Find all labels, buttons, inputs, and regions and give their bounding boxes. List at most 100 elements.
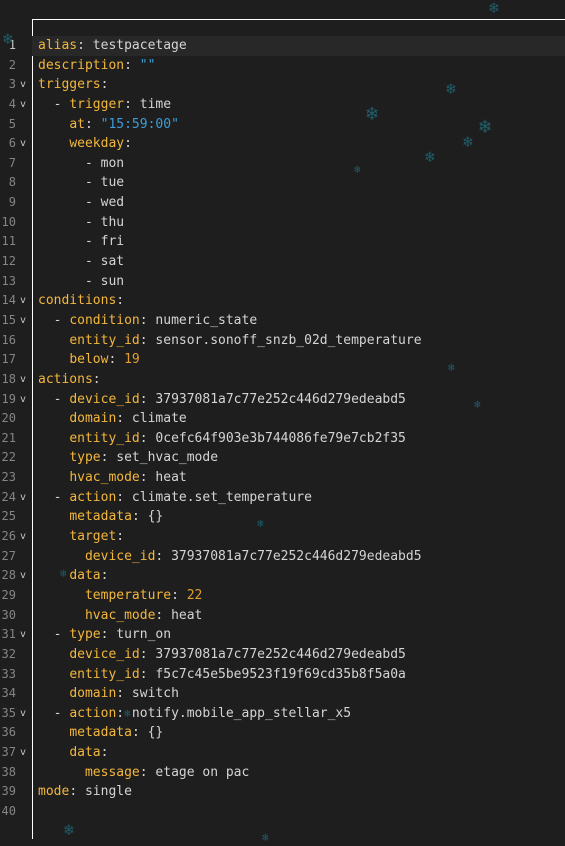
code-line[interactable]: - type: turn_on [38, 625, 565, 645]
chevron-down-icon[interactable]: v [20, 311, 26, 331]
chevron-down-icon[interactable]: v [20, 370, 26, 390]
yaml-value: : etage on pac [139, 764, 250, 780]
chevron-down-icon[interactable]: v [20, 704, 26, 724]
yaml-value: : heat [155, 607, 203, 623]
line-number: 11 [0, 232, 16, 252]
yaml-value: - mon [38, 155, 125, 171]
yaml-value: : [100, 77, 109, 93]
yaml-value: : [116, 293, 125, 309]
code-line[interactable]: conditions: [38, 291, 565, 311]
yaml-value: : 37937081a7c77e252c446d279edeabd5 [139, 646, 406, 662]
code-line[interactable]: triggers: [38, 75, 565, 95]
chevron-down-icon[interactable]: v [20, 566, 26, 586]
yaml-key: conditions [38, 293, 117, 309]
code-line[interactable]: - condition: numeric_state [38, 311, 565, 331]
code-line[interactable]: metadata: {} [38, 507, 565, 527]
yaml-key: entity_id [69, 430, 140, 446]
code-area[interactable]: alias: testpacetage description: "" trigge… [32, 36, 565, 822]
code-line[interactable]: - sun [38, 272, 565, 292]
yaml-value: : climate.set_temperature [116, 489, 312, 505]
chevron-down-icon[interactable]: v [20, 743, 26, 763]
code-line[interactable]: - mon [38, 154, 565, 174]
code-line[interactable] [38, 802, 565, 822]
code-line[interactable]: domain: switch [38, 684, 565, 704]
line-number-text: 40 [1, 803, 16, 818]
snowflake-icon: ❄ [463, 132, 473, 151]
yaml-value: : time [124, 96, 172, 112]
yaml-key: data [69, 745, 101, 761]
chevron-down-icon[interactable]: v [20, 95, 26, 115]
code-line[interactable]: - tue [38, 173, 565, 193]
yaml-value: : [171, 587, 187, 603]
snowflake-icon: ❄ [262, 831, 269, 844]
yaml-value: : [124, 57, 140, 73]
code-line[interactable]: alias: testpacetage [32, 36, 565, 56]
line-number-text: 28 [1, 568, 16, 583]
yaml-value [38, 765, 85, 780]
line-number: 8 [0, 173, 16, 193]
yaml-value [38, 333, 69, 348]
code-line[interactable]: entity_id: sensor.sonoff_snzb_02d_temper… [38, 331, 565, 351]
code-line[interactable]: device_id: 37937081a7c77e252c446d279edea… [38, 645, 565, 665]
yaml-key: device_id [69, 646, 140, 662]
snowflake-icon: ❄ [479, 114, 492, 138]
chevron-down-icon[interactable]: v [20, 291, 26, 311]
chevron-down-icon[interactable]: v [20, 527, 26, 547]
line-number-text: 20 [1, 411, 16, 426]
line-number: 25 [0, 507, 16, 527]
code-line[interactable]: data: [38, 566, 565, 586]
line-number: 6v [0, 134, 26, 154]
code-line[interactable]: entity_id: 0cefc64f903e3b744086fe79e7cb2… [38, 429, 565, 449]
yaml-key: hvac_mode [69, 470, 140, 486]
chevron-down-icon[interactable]: v [20, 390, 26, 410]
yaml-value: - [38, 705, 70, 721]
yaml-value [38, 725, 69, 740]
line-number: 35 v [0, 704, 26, 724]
line-number-text: 38 [1, 764, 16, 779]
yaml-value: : set_hvac_mode [100, 450, 219, 466]
yaml-value: - tue [38, 175, 125, 191]
code-line[interactable]: metadata: {} [38, 723, 565, 743]
code-line[interactable]: hvac_mode: heat [38, 606, 565, 626]
yaml-key: trigger [69, 96, 125, 112]
code-line[interactable]: - fri [38, 232, 565, 252]
code-line[interactable]: entity_id: f5c7c45e5be9523f19f69cd35b8f5… [38, 665, 565, 685]
chevron-down-icon[interactable]: v [20, 75, 26, 95]
line-number: 20 [0, 409, 16, 429]
code-line[interactable]: target: [38, 527, 565, 547]
yaml-value [38, 117, 69, 132]
code-line[interactable]: hvac_mode: heat [38, 468, 565, 488]
code-line[interactable]: - sat [38, 252, 565, 272]
line-number-text: 30 [1, 607, 16, 622]
code-line[interactable]: below: 19 [38, 350, 565, 370]
code-line[interactable]: mode: single [38, 782, 565, 802]
line-number: 5 [0, 115, 16, 135]
code-line[interactable]: description: "" [38, 56, 565, 76]
yaml-key: triggers [38, 77, 101, 93]
yaml-key: type [69, 627, 101, 643]
code-line[interactable]: message: etage on pac [38, 763, 565, 783]
code-line[interactable]: - action: notify.mobile_app_stellar_x5 [38, 704, 565, 724]
code-line[interactable]: temperature: 22 [38, 586, 565, 606]
yaml-key: entity_id [69, 332, 140, 348]
code-line[interactable]: - wed [38, 193, 565, 213]
chevron-down-icon[interactable]: v [20, 488, 26, 508]
code-line[interactable]: type: set_hvac_mode [38, 448, 565, 468]
code-line[interactable]: actions: [38, 370, 565, 390]
code-line[interactable]: - device_id: 37937081a7c77e252c446d279ed… [38, 390, 565, 410]
code-line[interactable]: domain: climate [38, 409, 565, 429]
code-line[interactable]: device_id: 37937081a7c77e252c446d279edea… [38, 547, 565, 567]
line-number-text: 14 [1, 293, 16, 308]
chevron-down-icon[interactable]: v [20, 625, 26, 645]
code-line[interactable]: data: [38, 743, 565, 763]
code-line[interactable]: - action: climate.set_temperature [38, 488, 565, 508]
line-number: 29 [0, 586, 16, 606]
code-line[interactable]: - thu [38, 213, 565, 233]
yaml-value: - [38, 96, 70, 112]
yaml-value: : {} [131, 725, 164, 741]
yaml-key: device_id [84, 548, 156, 564]
code-line[interactable]: - trigger: time [38, 95, 565, 115]
chevron-down-icon[interactable]: v [20, 134, 26, 154]
editor-top-border [32, 19, 565, 20]
line-number-text: 33 [1, 666, 16, 681]
